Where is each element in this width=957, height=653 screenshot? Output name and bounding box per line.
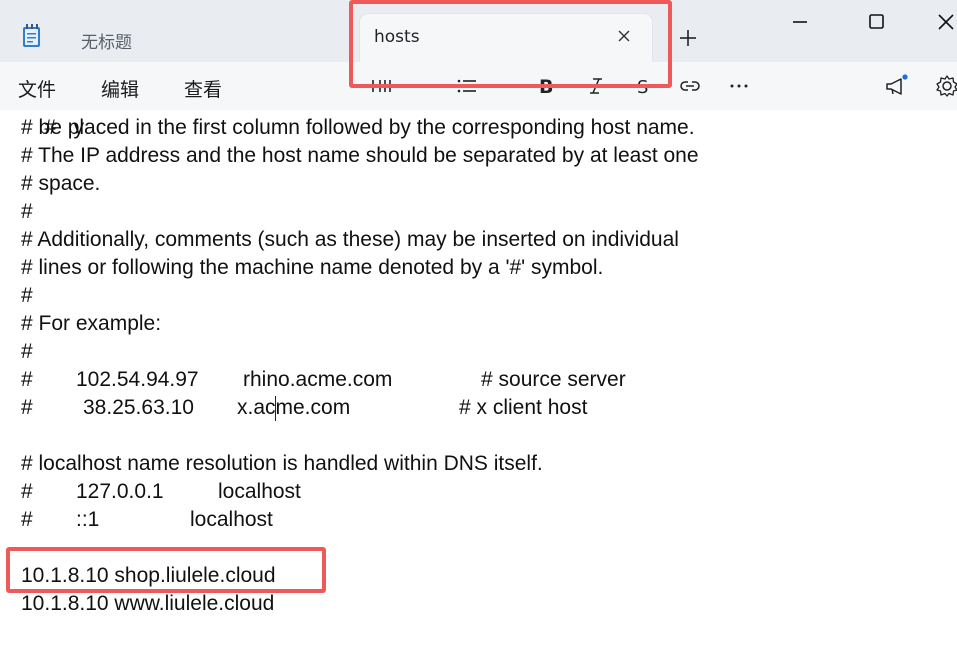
comment-line: # space. — [21, 172, 101, 195]
annotation-highlight-entry — [6, 547, 326, 593]
announcement-icon[interactable] — [884, 74, 908, 98]
more-icon[interactable] — [727, 74, 751, 98]
inline-comment: # x client host — [459, 396, 588, 419]
menu-file[interactable]: 文件 — [18, 75, 56, 102]
hash: # — [21, 368, 33, 391]
annotation-highlight-tab — [349, 0, 672, 88]
comment-line: # — [21, 284, 33, 307]
tab-untitled[interactable]: 无标题 — [60, 14, 350, 62]
minimize-icon[interactable] — [788, 10, 812, 34]
ip-address: 127.0.0.1 — [76, 480, 164, 503]
comment-line: # — [21, 340, 33, 363]
host-name: localhost — [218, 480, 301, 503]
hash: # — [21, 508, 33, 531]
close-window-icon[interactable] — [934, 10, 957, 34]
ip-address: 38.25.63.10 — [83, 396, 194, 419]
ip-address: 102.54.94.97 — [76, 368, 199, 391]
example-line: # 102.54.94.97 rhino.acme.com # source s… — [21, 368, 626, 396]
comment-line: # The IP address and the host name shoul… — [21, 144, 699, 167]
host-name: rhino.acme.com — [243, 368, 393, 391]
tab-untitled-label: 无标题 — [81, 33, 132, 53]
inline-comment: # source server — [481, 368, 626, 391]
host-name: x.acme.com — [237, 396, 351, 419]
new-tab-icon[interactable] — [677, 27, 699, 49]
link-icon[interactable] — [678, 74, 702, 98]
ip-address: ::1 — [76, 508, 100, 531]
comment-line: # For example: — [21, 312, 162, 335]
menu-view[interactable]: 查看 — [184, 75, 222, 102]
example-line: # 38.25.63.10 x.acme.com # x client host — [21, 396, 587, 424]
comment-line: # — [21, 200, 33, 223]
settings-icon[interactable] — [935, 74, 957, 98]
comment-line: # Additionally, comments (such as these)… — [21, 228, 679, 251]
maximize-icon[interactable] — [865, 10, 889, 34]
comment-line: # be placed in the first column followed… — [21, 116, 695, 139]
comment-line: # lines or following the machine name de… — [21, 256, 604, 279]
hash: # — [21, 396, 33, 419]
host-name: localhost — [190, 508, 273, 531]
localhost-line: # 127.0.0.1 localhost — [21, 480, 301, 508]
menu-edit[interactable]: 编辑 — [101, 75, 139, 102]
notepad-app-icon — [23, 24, 40, 47]
comment-line: # localhost name resolution is handled w… — [21, 452, 543, 475]
text-caret — [275, 396, 276, 421]
hosts-entry: 10.1.8.10 www.liulele.cloud — [21, 592, 275, 615]
localhost-line: # ::1 localhost — [21, 508, 273, 536]
hash: # — [21, 480, 33, 503]
